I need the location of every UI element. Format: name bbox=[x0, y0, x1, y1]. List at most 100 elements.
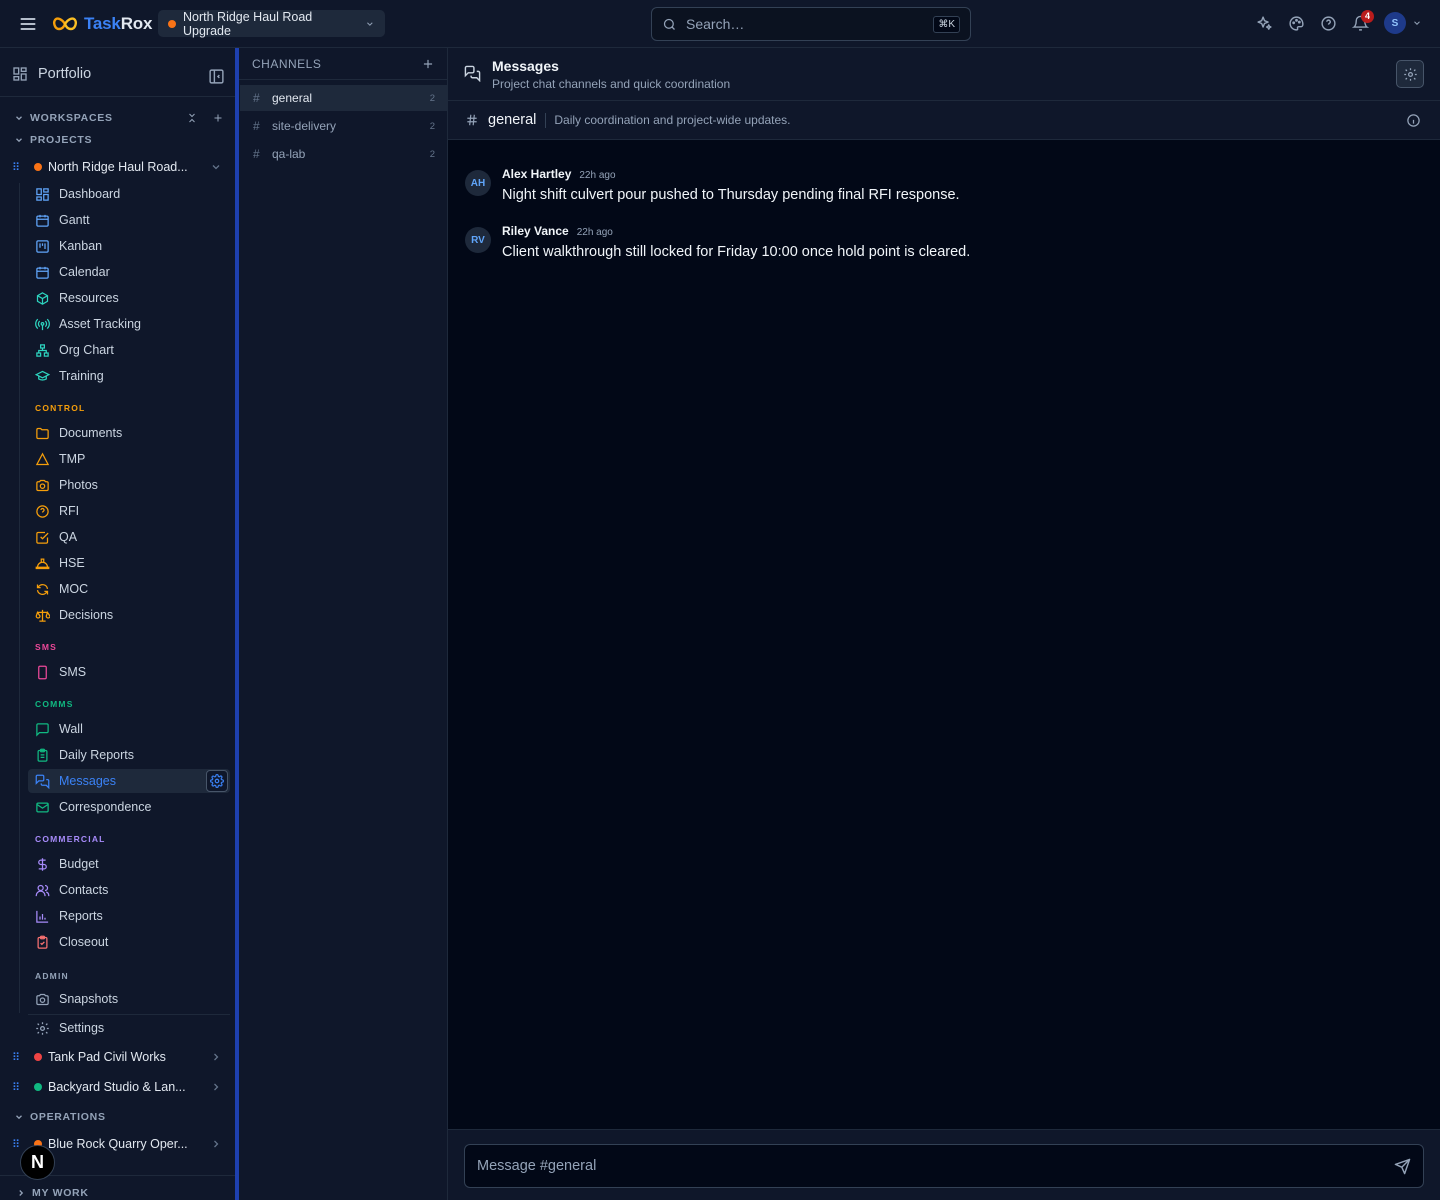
search-icon bbox=[663, 18, 675, 30]
project-name: Tank Pad Civil Works bbox=[48, 1050, 166, 1064]
my-work-label: MY WORK bbox=[32, 1187, 89, 1199]
project-item-tank-pad[interactable]: ⠿ Tank Pad Civil Works bbox=[12, 1050, 222, 1064]
messages-icon bbox=[35, 774, 50, 789]
nav-qa[interactable]: QA bbox=[28, 525, 230, 549]
hash-icon bbox=[467, 114, 477, 126]
operations-header[interactable]: OPERATIONS bbox=[14, 1111, 106, 1123]
my-work-header[interactable]: MY WORK bbox=[16, 1187, 89, 1199]
collapse-all-icon[interactable] bbox=[186, 112, 198, 124]
messages-settings-button[interactable] bbox=[206, 770, 228, 792]
top-bar: TaskRox North Ridge Haul Road Upgrade Se… bbox=[0, 0, 1440, 48]
nav-sms[interactable]: SMS bbox=[28, 660, 230, 684]
channel-item-general[interactable]: # general 2 bbox=[240, 85, 447, 111]
notification-badge: 4 bbox=[1361, 9, 1374, 23]
help-circle-icon bbox=[36, 504, 49, 518]
workspaces-header[interactable]: WORKSPACES bbox=[14, 112, 224, 124]
nav-calendar[interactable]: Calendar bbox=[28, 260, 230, 284]
nav-messages[interactable]: Messages bbox=[28, 769, 230, 793]
nav-photos[interactable]: Photos bbox=[28, 473, 230, 497]
info-icon[interactable] bbox=[1406, 113, 1421, 128]
hash-icon: # bbox=[253, 91, 260, 105]
nav-budget[interactable]: Budget bbox=[28, 852, 230, 876]
search-box[interactable]: Search… ⌘K bbox=[651, 7, 971, 41]
app-logo[interactable]: TaskRox bbox=[52, 11, 152, 37]
drag-handle-icon[interactable]: ⠿ bbox=[12, 1081, 22, 1094]
nav-daily-reports[interactable]: Daily Reports bbox=[28, 743, 230, 767]
nav-training[interactable]: Training bbox=[28, 364, 230, 388]
nav-label: HSE bbox=[59, 556, 85, 570]
portfolio-link[interactable]: Portfolio bbox=[12, 66, 91, 82]
message-timestamp: 22h ago bbox=[579, 170, 616, 181]
gear-icon bbox=[210, 774, 224, 788]
project-item-backyard-studio[interactable]: ⠿ Backyard Studio & Lan... bbox=[12, 1080, 222, 1094]
page-settings-button[interactable] bbox=[1396, 60, 1424, 88]
help-icon[interactable] bbox=[1320, 15, 1337, 32]
project-selector-label: North Ridge Haul Road Upgrade bbox=[183, 9, 313, 38]
palette-icon[interactable] bbox=[1288, 15, 1305, 32]
nav-moc[interactable]: MOC bbox=[28, 577, 230, 601]
chevron-down-icon bbox=[16, 138, 22, 143]
nav-correspondence[interactable]: Correspondence bbox=[28, 795, 230, 819]
nav-resources[interactable]: Resources bbox=[28, 286, 230, 310]
drag-handle-icon[interactable]: ⠿ bbox=[12, 161, 22, 174]
hamburger-menu-icon[interactable] bbox=[18, 14, 38, 34]
drag-handle-icon[interactable]: ⠿ bbox=[12, 1051, 22, 1064]
nav-documents[interactable]: Documents bbox=[28, 421, 230, 445]
projects-header[interactable]: PROJECTS bbox=[14, 134, 92, 146]
sparkles-icon[interactable] bbox=[1256, 15, 1273, 32]
top-actions: 4 S bbox=[1256, 9, 1422, 34]
nav-label: Photos bbox=[59, 478, 98, 492]
nav-label: Resources bbox=[59, 291, 119, 305]
nav-dashboard[interactable]: Dashboard bbox=[28, 182, 230, 206]
chevron-down-icon bbox=[16, 1115, 22, 1120]
phone-icon bbox=[38, 665, 47, 679]
nav-rfi[interactable]: RFI bbox=[28, 499, 230, 523]
nav-org-chart[interactable]: Org Chart bbox=[28, 338, 230, 362]
nav-hse[interactable]: HSE bbox=[28, 551, 230, 575]
dashboard-icon bbox=[36, 187, 49, 201]
nav-label: Dashboard bbox=[59, 187, 121, 201]
notifications-bell-icon[interactable]: 4 bbox=[1352, 9, 1374, 32]
add-workspace-icon[interactable] bbox=[212, 112, 224, 124]
chevron-right-icon[interactable] bbox=[210, 1138, 222, 1150]
message-body: Alex Hartley 22h ago Night shift culvert… bbox=[502, 167, 960, 203]
project-name: Backyard Studio & Lan... bbox=[48, 1080, 186, 1094]
project-selector[interactable]: North Ridge Haul Road Upgrade bbox=[158, 9, 385, 38]
nav-contacts[interactable]: Contacts bbox=[28, 878, 230, 902]
nav-wall[interactable]: Wall bbox=[28, 717, 230, 741]
nav-settings[interactable]: Settings bbox=[28, 1016, 230, 1040]
user-menu[interactable]: S bbox=[1384, 12, 1422, 34]
nav-asset-tracking[interactable]: Asset Tracking bbox=[28, 312, 230, 336]
assistant-fab-button[interactable]: N bbox=[20, 1145, 55, 1180]
nav-closeout[interactable]: Closeout bbox=[28, 930, 230, 954]
nav-decisions[interactable]: Decisions bbox=[28, 603, 230, 627]
portfolio-icon bbox=[13, 67, 27, 81]
gear-icon bbox=[36, 1021, 49, 1035]
radio-icon bbox=[35, 318, 50, 330]
nav-gantt[interactable]: Gantt bbox=[28, 208, 230, 232]
nav-reports[interactable]: Reports bbox=[28, 904, 230, 928]
chevron-right-icon[interactable] bbox=[210, 1051, 222, 1063]
divider bbox=[545, 112, 547, 128]
nav-snapshots[interactable]: Snapshots bbox=[28, 987, 230, 1011]
message-text: Client walkthrough still locked for Frid… bbox=[502, 244, 971, 260]
add-channel-icon[interactable] bbox=[421, 57, 435, 71]
chevron-down-icon[interactable] bbox=[210, 161, 222, 173]
send-icon[interactable] bbox=[1394, 1158, 1411, 1175]
collapse-sidebar-icon[interactable] bbox=[208, 68, 225, 85]
chevron-right-icon bbox=[19, 1190, 24, 1196]
message-input[interactable] bbox=[477, 1158, 1394, 1174]
nav-kanban[interactable]: Kanban bbox=[28, 234, 230, 258]
channel-count: 2 bbox=[429, 148, 435, 160]
nav-label: SMS bbox=[59, 665, 87, 679]
chevron-right-icon[interactable] bbox=[210, 1081, 222, 1093]
channel-name: site-delivery bbox=[272, 119, 337, 133]
nav-tmp[interactable]: TMP bbox=[28, 447, 230, 471]
drag-handle-icon[interactable]: ⠿ bbox=[12, 1138, 22, 1151]
workspaces-label: WORKSPACES bbox=[30, 112, 113, 124]
search-input[interactable]: Search… bbox=[686, 16, 744, 32]
project-item-north-ridge[interactable]: ⠿ North Ridge Haul Road... bbox=[12, 160, 222, 174]
channel-item-site-delivery[interactable]: # site-delivery 2 bbox=[240, 113, 447, 139]
channel-item-qa-lab[interactable]: # qa-lab 2 bbox=[240, 141, 447, 167]
cone-icon bbox=[35, 452, 50, 465]
